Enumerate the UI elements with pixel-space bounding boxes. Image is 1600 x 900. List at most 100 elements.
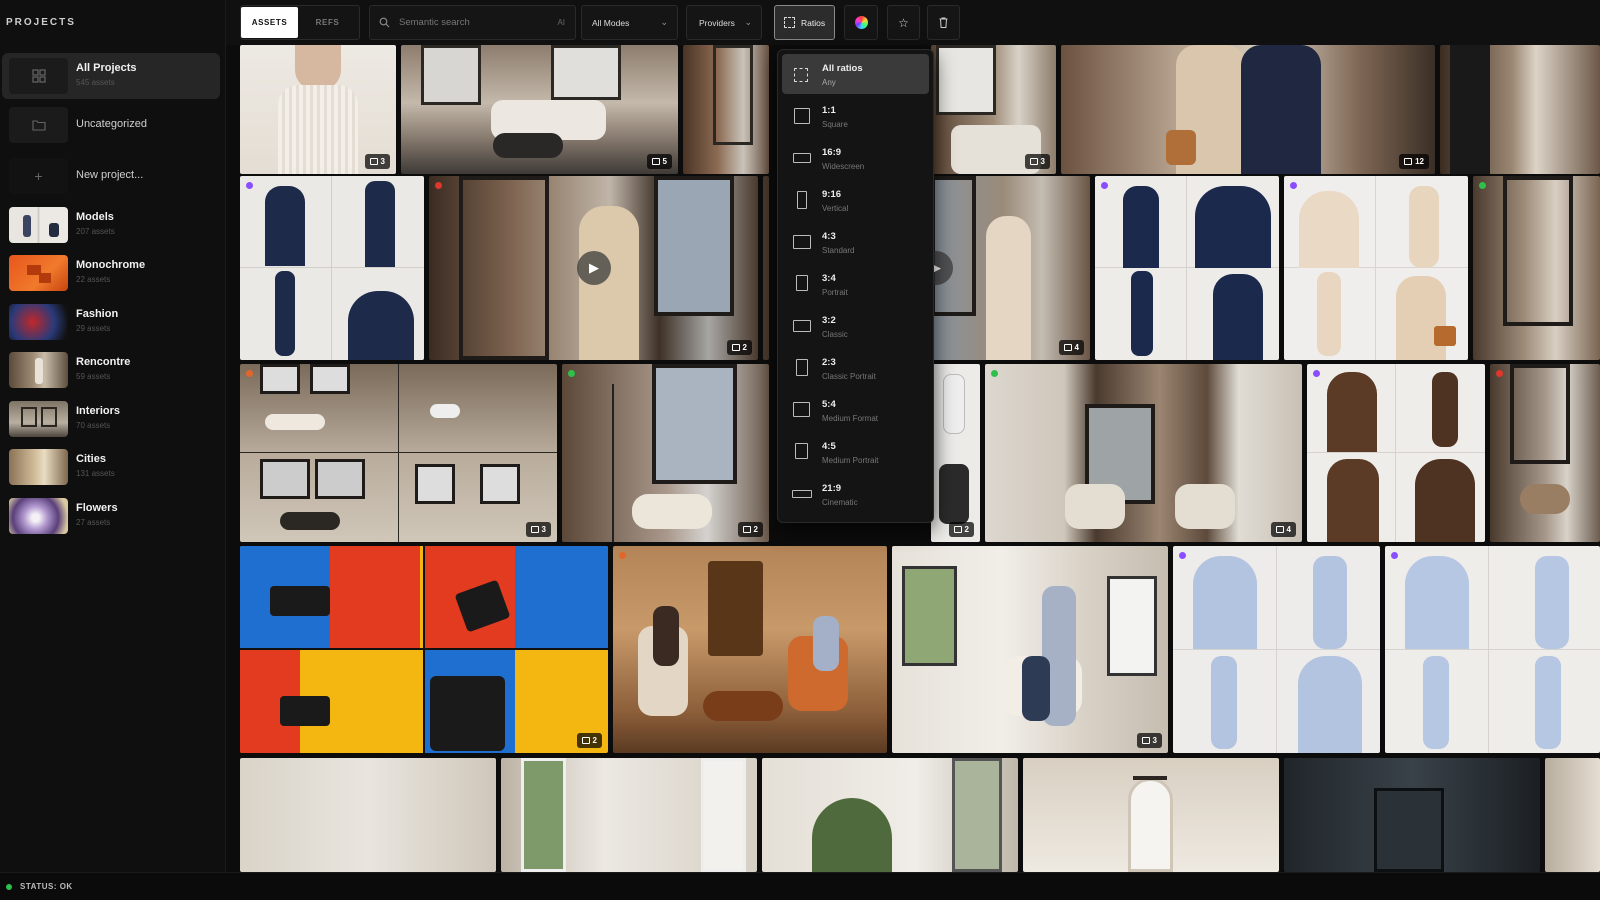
- ratio-option-9-16[interactable]: 9:16 Vertical: [782, 180, 929, 220]
- classic-portrait-ratio-icon: [796, 359, 808, 376]
- standard-ratio-icon: [793, 235, 811, 249]
- project-thumbnail: [9, 207, 68, 243]
- tab-assets[interactable]: ASSETS: [241, 7, 298, 38]
- search-box[interactable]: Semantic search AI: [369, 5, 576, 40]
- count-badge: 2: [576, 733, 602, 748]
- asset-tile[interactable]: [1440, 45, 1600, 174]
- project-thumbnail: [9, 352, 68, 388]
- asset-tile[interactable]: [1490, 364, 1600, 542]
- view-tabs: ASSETS REFS: [240, 5, 360, 40]
- asset-tile[interactable]: [1023, 758, 1279, 872]
- ratio-option-5-4[interactable]: 5:4 Medium Format: [782, 390, 929, 430]
- count-badge: 4: [1270, 522, 1296, 537]
- asset-tile[interactable]: 3: [240, 364, 557, 542]
- asset-tile[interactable]: [1545, 758, 1600, 872]
- asset-tile[interactable]: 2: [562, 364, 769, 542]
- status-dot: [246, 370, 253, 377]
- asset-tile[interactable]: [1284, 758, 1540, 872]
- sidebar-item-rencontre[interactable]: Rencontre 59 assets: [2, 347, 220, 393]
- asset-tile[interactable]: 2: [240, 546, 608, 753]
- stack-icon: [953, 526, 962, 533]
- ratio-option-name: All ratios: [822, 63, 863, 74]
- sidebar-item-models[interactable]: Models 207 assets: [2, 202, 220, 248]
- delete-button[interactable]: [927, 5, 960, 40]
- ratios-button[interactable]: Ratios: [774, 5, 835, 40]
- asset-tile[interactable]: 2: [931, 364, 980, 542]
- sidebar-item-fashion[interactable]: Fashion 29 assets: [2, 299, 220, 345]
- asset-tile[interactable]: [763, 176, 769, 360]
- count-value: 2: [964, 525, 969, 534]
- project-count: 27 assets: [76, 518, 111, 527]
- asset-tile[interactable]: 5: [401, 45, 678, 174]
- ratio-option-3-4[interactable]: 3:4 Portrait: [782, 264, 929, 304]
- modes-dropdown[interactable]: All Modes ⌄: [581, 5, 678, 40]
- color-wheel-icon: [854, 16, 868, 29]
- color-filter-button[interactable]: [844, 5, 878, 40]
- portrait-ratio-icon: [796, 275, 808, 291]
- status-dot: [1290, 182, 1297, 189]
- asset-tile[interactable]: [1473, 176, 1600, 360]
- project-name: Monochrome: [76, 259, 146, 271]
- status-dot: [1179, 552, 1186, 559]
- ratio-option-name: 2:3: [822, 357, 836, 368]
- asset-tile[interactable]: [1095, 176, 1279, 360]
- sidebar-item-cities[interactable]: Cities 131 assets: [2, 444, 220, 490]
- ratio-option-name: 3:4: [822, 273, 836, 284]
- asset-tile[interactable]: ▶ 4: [931, 176, 1090, 360]
- sidebar-item-monochrome[interactable]: Monochrome 22 assets: [2, 250, 220, 296]
- asset-tile[interactable]: 12: [1061, 45, 1435, 174]
- ratio-option-4-5[interactable]: 4:5 Medium Portrait: [782, 432, 929, 472]
- ratio-dashed-icon: [784, 17, 795, 28]
- sidebar-item-flowers[interactable]: Flowers 27 assets: [2, 493, 220, 539]
- providers-dropdown[interactable]: Providers ⌄: [686, 5, 762, 40]
- new-project-button[interactable]: + New project...: [2, 153, 220, 199]
- status-dot: [568, 370, 575, 377]
- favorites-button[interactable]: ☆: [887, 5, 920, 40]
- ratio-option-desc: Square: [822, 120, 848, 129]
- ratios-label: Ratios: [801, 17, 826, 28]
- asset-tile[interactable]: [613, 546, 887, 753]
- asset-tile[interactable]: 4: [985, 364, 1302, 542]
- count-badge: 3: [1136, 733, 1162, 748]
- ratio-option-1-1[interactable]: 1:1 Square: [782, 96, 929, 136]
- ratio-option-desc: Vertical: [822, 204, 849, 213]
- asset-tile[interactable]: [240, 758, 496, 872]
- ratio-option-21-9[interactable]: 21:9 Cinematic: [782, 474, 929, 514]
- count-badge: 2: [726, 340, 752, 355]
- asset-tile[interactable]: ▶ 2: [429, 176, 758, 360]
- count-value: 4: [1074, 343, 1079, 352]
- sidebar-item-interiors[interactable]: Interiors 70 assets: [2, 396, 220, 442]
- asset-tile[interactable]: [1385, 546, 1600, 753]
- count-value: 3: [380, 157, 385, 166]
- search-input[interactable]: Semantic search: [399, 17, 557, 28]
- asset-tile[interactable]: [501, 758, 757, 872]
- ratio-option-desc: Any: [822, 78, 836, 87]
- asset-tile[interactable]: [1284, 176, 1468, 360]
- sidebar-item-all-projects[interactable]: All Projects 545 assets: [2, 53, 220, 99]
- asset-tile[interactable]: [1173, 546, 1380, 753]
- ratio-option-16-9[interactable]: 16:9 Widescreen: [782, 138, 929, 178]
- asset-tile[interactable]: 3: [931, 45, 1056, 174]
- sidebar-item-uncategorized[interactable]: Uncategorized: [2, 102, 220, 148]
- asset-tile[interactable]: [240, 176, 424, 360]
- asset-tile[interactable]: 3: [240, 45, 396, 174]
- ratio-option-2-3[interactable]: 2:3 Classic Portrait: [782, 348, 929, 388]
- cinematic-ratio-icon: [792, 490, 812, 498]
- status-dot: [1313, 370, 1320, 377]
- count-badge: 4: [1058, 340, 1084, 355]
- play-icon[interactable]: ▶: [577, 251, 611, 285]
- tab-refs[interactable]: REFS: [305, 7, 350, 38]
- ratio-option-all[interactable]: All ratios Any: [782, 54, 929, 94]
- project-name: Models: [76, 211, 114, 223]
- ratio-option-4-3[interactable]: 4:3 Standard: [782, 222, 929, 262]
- asset-tile[interactable]: [762, 758, 1018, 872]
- asset-tile[interactable]: 3: [892, 546, 1168, 753]
- status-text: STATUS: OK: [20, 882, 73, 891]
- medium-format-ratio-icon: [793, 402, 810, 417]
- asset-tile[interactable]: [683, 45, 769, 174]
- ratio-option-3-2[interactable]: 3:2 Classic: [782, 306, 929, 346]
- count-value: 12: [1415, 157, 1424, 166]
- count-badge: 3: [364, 154, 390, 169]
- asset-tile[interactable]: [1307, 364, 1485, 542]
- ratio-option-name: 9:16: [822, 189, 842, 200]
